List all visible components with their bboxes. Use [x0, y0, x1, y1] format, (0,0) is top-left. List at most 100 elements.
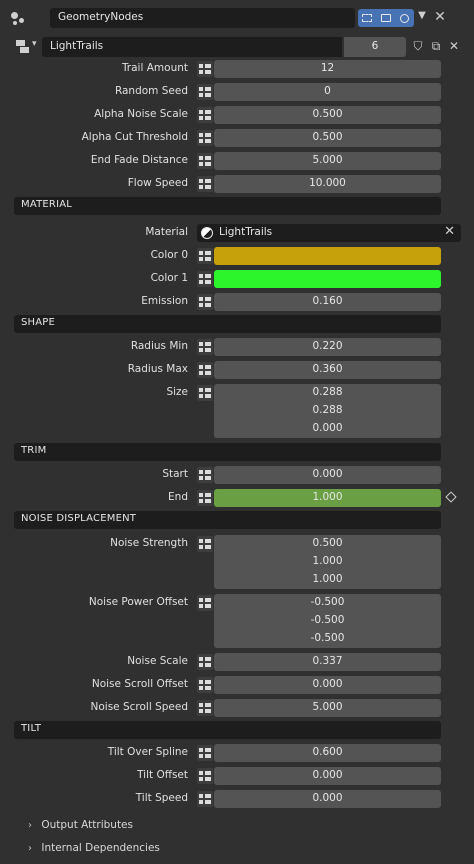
input-attribute-toggle-icon[interactable] — [197, 294, 213, 310]
geometry-nodes-modifier-icon[interactable] — [10, 10, 26, 26]
input-value-field[interactable]: 5.000 — [214, 699, 441, 717]
input-attribute-toggle-icon[interactable] — [197, 385, 213, 401]
input-value-field[interactable]: 0.500 — [214, 129, 441, 147]
input-row: Emission 0.160 — [0, 292, 474, 312]
vector-z-field[interactable]: 1.000 — [214, 571, 441, 589]
input-value-field[interactable]: 0.500 — [214, 106, 441, 124]
input-value-field[interactable]: 0.000 — [214, 676, 441, 694]
input-attribute-toggle-icon[interactable] — [197, 339, 213, 355]
viewport-icon[interactable] — [376, 9, 396, 27]
close-icon[interactable]: ✕ — [433, 9, 447, 25]
section-header-noise-displacement[interactable]: NOISE DISPLACEMENT — [14, 511, 441, 529]
input-value-field[interactable]: 12 — [214, 60, 441, 78]
input-value-field[interactable]: 0.600 — [214, 744, 441, 762]
chevron-down-icon[interactable]: ▼ — [415, 10, 429, 26]
input-value-field[interactable]: 0.000 — [214, 790, 441, 808]
fake-user-shield-icon[interactable]: ⛉ — [410, 39, 426, 55]
close-icon[interactable]: ✕ — [446, 39, 462, 55]
chevron-right-icon: › — [28, 820, 32, 831]
chevron-down-icon[interactable]: ▾ — [32, 39, 37, 49]
input-value-field[interactable]: 0.337 — [214, 653, 441, 671]
input-attribute-toggle-icon[interactable] — [197, 595, 213, 611]
vector-x-field[interactable]: 0.288 — [214, 384, 441, 402]
input-row: Tilt Offset 0.000 — [0, 766, 474, 786]
input-attribute-toggle-icon[interactable] — [197, 362, 213, 378]
vector-z-field[interactable]: 0.000 — [214, 420, 441, 438]
input-label: Emission — [141, 295, 188, 307]
input-attribute-toggle-icon[interactable] — [197, 467, 213, 483]
input-row: Alpha Noise Scale 0.500 — [0, 105, 474, 125]
input-attribute-toggle-icon[interactable] — [197, 745, 213, 761]
input-attribute-toggle-icon[interactable] — [197, 536, 213, 552]
modifier-name-field[interactable]: GeometryNodes — [50, 8, 355, 28]
input-label: End Fade Distance — [90, 154, 188, 166]
edit-mode-icon[interactable] — [358, 9, 377, 27]
close-icon[interactable]: ✕ — [444, 224, 455, 239]
section-header-trim[interactable]: TRIM — [14, 443, 441, 461]
section-header-material[interactable]: MATERIAL — [14, 197, 441, 215]
input-attribute-toggle-icon[interactable] — [197, 271, 213, 287]
input-row: Alpha Cut Threshold 0.500 — [0, 128, 474, 148]
vector-y-field[interactable]: 0.288 — [214, 402, 441, 420]
node-group-name-field[interactable]: LightTrails — [42, 37, 342, 57]
input-attribute-toggle-icon[interactable] — [197, 654, 213, 670]
input-row: 1.000 — [0, 552, 474, 572]
input-label: Flow Speed — [127, 177, 188, 189]
section-header-tilt[interactable]: TILT — [14, 721, 441, 739]
input-value-field[interactable]: 5.000 — [214, 152, 441, 170]
vector-y-field[interactable]: -0.500 — [214, 612, 441, 630]
input-row: Tilt Over Spline 0.600 — [0, 743, 474, 763]
node-tree-icon[interactable] — [16, 40, 30, 53]
input-attribute-toggle-icon[interactable] — [197, 107, 213, 123]
vector-z-field[interactable]: -0.500 — [214, 630, 441, 648]
input-attribute-toggle-icon[interactable] — [197, 768, 213, 784]
panel-label: Internal Dependencies — [41, 842, 160, 854]
input-attribute-toggle-icon[interactable] — [197, 700, 213, 716]
color-swatch[interactable] — [214, 247, 441, 265]
input-value-field[interactable]: 1.000 — [214, 489, 441, 507]
input-attribute-toggle-icon[interactable] — [197, 490, 213, 506]
input-attribute-toggle-icon[interactable] — [197, 176, 213, 192]
duplicate-icon[interactable]: ⧉ — [428, 39, 444, 55]
input-value-field[interactable]: 0.000 — [214, 466, 441, 484]
keyframe-diamond-icon[interactable] — [445, 491, 457, 503]
input-value-field[interactable]: 0.360 — [214, 361, 441, 379]
vector-x-field[interactable]: -0.500 — [214, 594, 441, 612]
chevron-right-icon: › — [28, 843, 32, 854]
input-value-field[interactable]: 0.220 — [214, 338, 441, 356]
color-swatch[interactable] — [214, 270, 441, 288]
node-group-users-count[interactable]: 6 — [344, 37, 406, 57]
render-camera-icon[interactable] — [395, 9, 414, 27]
output-attributes-panel[interactable]: › Output Attributes — [28, 819, 133, 837]
internal-dependencies-panel[interactable]: › Internal Dependencies — [28, 842, 160, 860]
input-attribute-toggle-icon[interactable] — [197, 248, 213, 264]
section-header-shape[interactable]: SHAPE — [14, 315, 441, 333]
vector-x-field[interactable]: 0.500 — [214, 535, 441, 553]
input-label: Radius Max — [127, 363, 188, 375]
input-label: Material — [145, 226, 188, 238]
vector-y-field[interactable]: 1.000 — [214, 553, 441, 571]
input-label: Tilt Offset — [137, 769, 188, 781]
input-attribute-toggle-icon[interactable] — [197, 130, 213, 146]
input-row: Start 0.000 — [0, 465, 474, 485]
input-attribute-toggle-icon[interactable] — [197, 153, 213, 169]
input-label: Color 0 — [150, 249, 188, 261]
input-row: Flow Speed 10.000 — [0, 174, 474, 194]
input-value-field[interactable]: 0 — [214, 83, 441, 101]
input-value-field[interactable]: 0.000 — [214, 767, 441, 785]
input-attribute-toggle-icon[interactable] — [197, 61, 213, 77]
input-row: Noise Scroll Offset 0.000 — [0, 675, 474, 695]
input-label: Radius Min — [130, 340, 188, 352]
input-attribute-toggle-icon[interactable] — [197, 84, 213, 100]
input-value-field[interactable]: 0.160 — [214, 293, 441, 311]
input-value-field[interactable]: 10.000 — [214, 175, 441, 193]
material-selector[interactable]: LightTrails ✕ — [197, 224, 461, 242]
material-row: Material LightTrails ✕ — [0, 223, 474, 243]
input-row: 0.000 — [0, 419, 474, 439]
input-attribute-toggle-icon[interactable] — [197, 791, 213, 807]
modifier-header: GeometryNodes ▼ ✕ — [10, 8, 464, 30]
input-label: Color 1 — [150, 272, 188, 284]
input-row: End Fade Distance 5.000 — [0, 151, 474, 171]
input-row: Radius Max 0.360 — [0, 360, 474, 380]
input-attribute-toggle-icon[interactable] — [197, 677, 213, 693]
